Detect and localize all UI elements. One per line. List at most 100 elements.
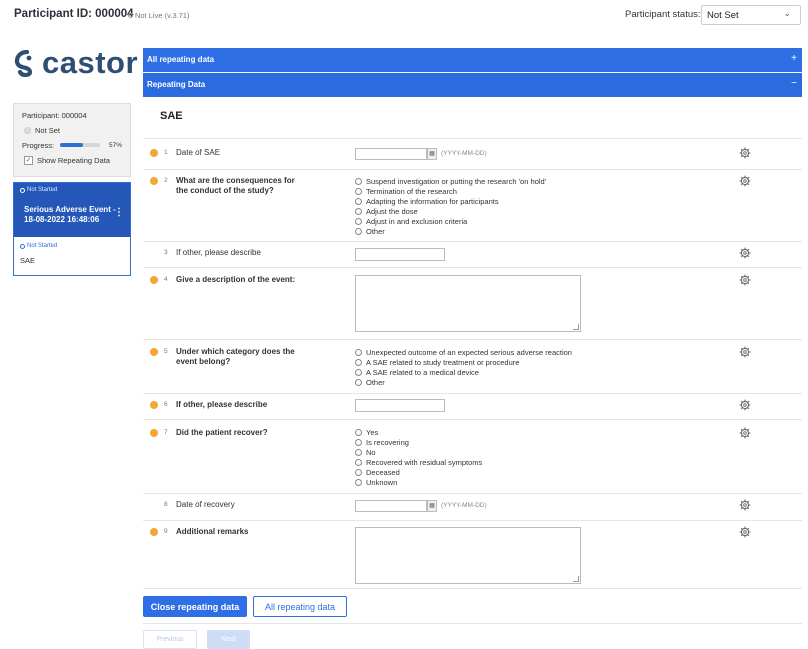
recovery-radio-group: Yes Is recovering No Recovered with resi…	[355, 427, 482, 487]
field-label: What are the consequences for the conduc…	[176, 176, 295, 195]
field-number: 6	[164, 401, 168, 408]
field-date-of-recovery: 8 Date of recovery ▦ (YYYY-MM-DD)	[143, 496, 802, 520]
divider	[143, 339, 802, 340]
required-dot-icon	[150, 177, 158, 185]
radio-button[interactable]	[355, 378, 362, 386]
radio-option[interactable]: A SAE related to study treatment or proc…	[355, 357, 572, 367]
radio-option[interactable]: Suspend investigation or putting the res…	[355, 176, 546, 186]
close-repeating-data-button[interactable]: Close repeating data	[143, 596, 247, 617]
required-dot-icon	[150, 528, 158, 536]
gear-icon[interactable]	[739, 427, 751, 439]
radio-option[interactable]: Yes	[355, 427, 482, 437]
divider	[143, 241, 802, 242]
field-additional-remarks: 9 Additional remarks	[143, 523, 802, 585]
radio-button[interactable]	[355, 348, 362, 356]
status-dot-icon	[24, 126, 31, 134]
event-status: Not Started	[20, 187, 124, 193]
radio-button[interactable]	[355, 468, 362, 476]
repeating-data-bar[interactable]: Repeating Data −	[143, 73, 802, 97]
radio-option[interactable]: Other	[355, 377, 572, 387]
gear-icon[interactable]	[739, 147, 751, 159]
gear-icon[interactable]	[739, 499, 751, 511]
resize-handle-icon[interactable]	[573, 324, 579, 330]
radio-button[interactable]	[355, 227, 362, 235]
participant-status-select[interactable]: Not Set ⌄	[701, 5, 801, 25]
required-dot-icon	[150, 149, 158, 157]
radio-button[interactable]	[355, 478, 362, 486]
radio-option[interactable]: Unknown	[355, 477, 482, 487]
field-number: 4	[164, 276, 168, 283]
radio-button[interactable]	[355, 358, 362, 366]
gear-icon[interactable]	[739, 346, 751, 358]
radio-button[interactable]	[355, 217, 362, 225]
expand-icon[interactable]: +	[791, 53, 797, 64]
form-link[interactable]: SAE	[20, 256, 124, 265]
progress-label: Progress:	[22, 140, 55, 150]
radio-button[interactable]	[355, 438, 362, 446]
gear-icon[interactable]	[739, 399, 751, 411]
radio-option[interactable]: Unexpected outcome of an expected seriou…	[355, 347, 572, 357]
radio-option[interactable]: Adjust the dose	[355, 206, 546, 216]
radio-label: Other	[366, 226, 385, 236]
gear-icon[interactable]	[739, 247, 751, 259]
event-status-label: Not Started	[27, 187, 58, 193]
form-status-label: Not Started	[27, 243, 58, 249]
divider	[143, 393, 802, 394]
radio-button[interactable]	[355, 428, 362, 436]
field-event-description: 4 Give a description of the event:	[143, 271, 802, 337]
other-category-input[interactable]	[355, 399, 445, 412]
radio-option[interactable]: No	[355, 447, 482, 457]
gear-icon[interactable]	[739, 526, 751, 538]
calendar-icon[interactable]: ▦	[427, 500, 437, 512]
all-repeating-data-bar[interactable]: All repeating data +	[143, 48, 802, 72]
radio-label: Yes	[366, 427, 379, 437]
radio-button[interactable]	[355, 177, 362, 185]
field-label: Under which category does the event belo…	[176, 347, 295, 366]
divider	[143, 267, 802, 268]
field-event-category: 5 Under which category does the event be…	[143, 343, 802, 393]
radio-button[interactable]	[355, 207, 362, 215]
next-button[interactable]: Next	[207, 630, 250, 649]
other-consequence-input[interactable]	[355, 248, 445, 261]
radio-option[interactable]: Is recovering	[355, 437, 482, 447]
progress-bar-fill	[60, 143, 83, 147]
required-dot-icon	[150, 429, 158, 437]
show-repeating-toggle[interactable]: ✓ Show Repeating Data	[22, 155, 122, 165]
radio-option[interactable]: Recovered with residual symptoms	[355, 457, 482, 467]
field-label: Give a description of the event:	[176, 275, 296, 284]
all-repeating-data-button[interactable]: All repeating data	[253, 596, 347, 617]
divider	[143, 419, 802, 420]
radio-option[interactable]: Termination of the research	[355, 186, 546, 196]
radio-button[interactable]	[355, 187, 362, 195]
additional-remarks-textarea[interactable]	[355, 527, 581, 584]
date-of-recovery-input[interactable]	[355, 500, 427, 512]
radio-button[interactable]	[355, 458, 362, 466]
category-radio-group: Unexpected outcome of an expected seriou…	[355, 347, 572, 387]
field-label: Additional remarks	[176, 527, 249, 536]
radio-option[interactable]: Adjust in and exclusion criteria	[355, 216, 546, 226]
event-card-body[interactable]: Not Started SAE	[14, 237, 130, 271]
date-of-sae-input[interactable]	[355, 148, 427, 160]
kebab-menu-icon[interactable]: ⋮	[114, 207, 124, 218]
show-repeating-label: Show Repeating Data	[37, 155, 110, 165]
calendar-icon[interactable]: ▦	[427, 148, 437, 160]
radio-button[interactable]	[355, 368, 362, 376]
previous-button[interactable]: Previous	[143, 630, 197, 649]
checkbox-checked-icon[interactable]: ✓	[24, 155, 33, 165]
collapse-icon[interactable]: −	[791, 78, 797, 89]
radio-button[interactable]	[355, 197, 362, 205]
participant-id: Participant ID: 000004	[14, 8, 134, 20]
radio-label: No	[366, 447, 376, 457]
radio-option[interactable]: Other	[355, 226, 546, 236]
radio-option[interactable]: Adapting the information for participant…	[355, 196, 546, 206]
radio-button[interactable]	[355, 448, 362, 456]
resize-handle-icon[interactable]	[573, 576, 579, 582]
radio-option[interactable]: Deceased	[355, 467, 482, 477]
repeating-event-card[interactable]: Not Started Serious Adverse Event - 18-0…	[13, 182, 131, 276]
gear-icon[interactable]	[739, 274, 751, 286]
gear-icon[interactable]	[739, 175, 751, 187]
radio-option[interactable]: A SAE related to a medical device	[355, 367, 572, 377]
event-description-textarea[interactable]	[355, 275, 581, 332]
radio-label: Unexpected outcome of an expected seriou…	[366, 347, 572, 357]
event-card-header[interactable]: Not Started Serious Adverse Event - 18-0…	[14, 183, 130, 237]
